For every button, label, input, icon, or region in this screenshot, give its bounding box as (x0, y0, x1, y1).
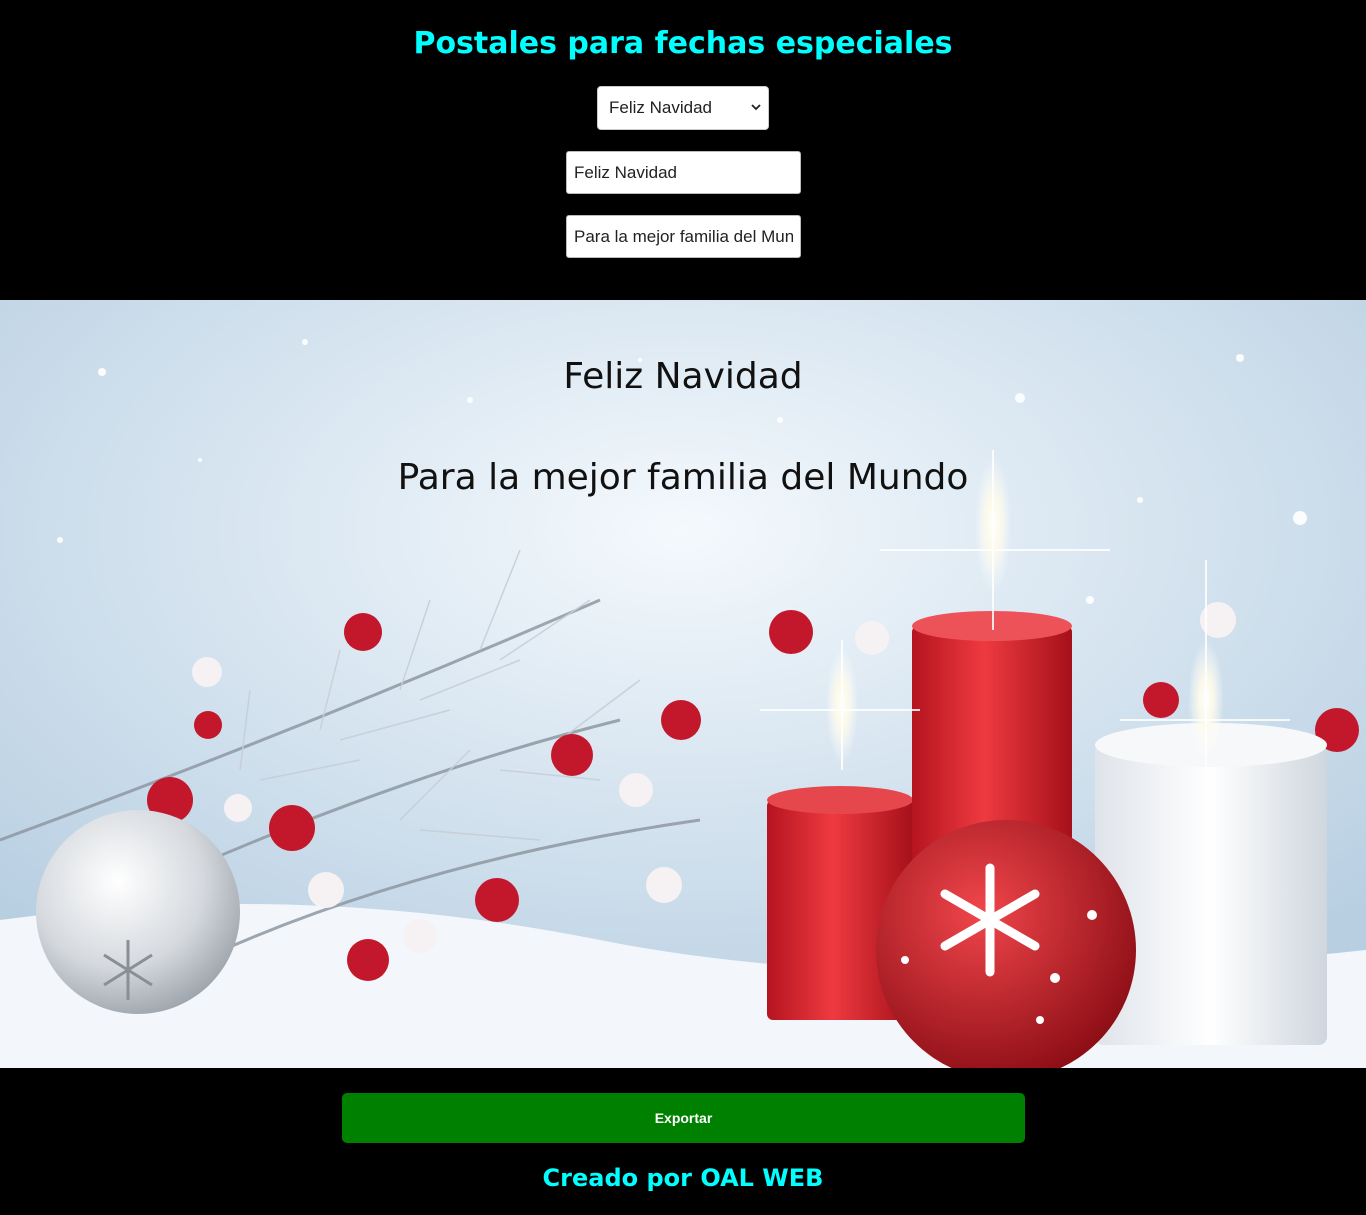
footer-credit: Creado por OAL WEB (542, 1164, 824, 1192)
christmas-background-image (0, 300, 1366, 1068)
postcard-preview: Feliz Navidad Para la mejor familia del … (0, 300, 1366, 1068)
card-message-text: Para la mejor familia del Mundo (397, 457, 969, 498)
card-title-input[interactable] (566, 151, 801, 194)
chevron-down-icon (751, 104, 761, 111)
page-title: Postales para fechas especiales (413, 26, 953, 61)
export-button[interactable]: Exportar (342, 1093, 1025, 1143)
card-title-text: Feliz Navidad (563, 356, 803, 397)
header: Postales para fechas especiales Feliz Na… (0, 0, 1366, 300)
card-message-input[interactable] (566, 215, 801, 258)
occasion-select[interactable]: Feliz Navidad (597, 86, 769, 130)
occasion-select-value: Feliz Navidad (609, 98, 712, 117)
